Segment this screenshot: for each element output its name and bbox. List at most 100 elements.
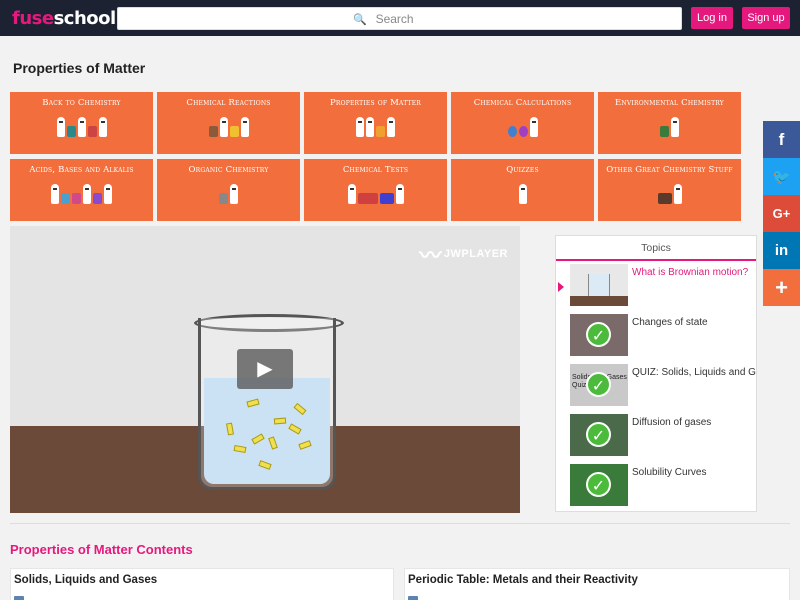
signup-button[interactable]: Sign up	[742, 7, 790, 29]
play-button[interactable]: ▶	[237, 349, 293, 389]
search-input[interactable]	[375, 8, 446, 29]
logo-suffix: school	[53, 8, 117, 29]
search-box[interactable]: 🔍	[117, 7, 682, 30]
facebook-icon: f	[778, 130, 785, 149]
section-divider	[10, 523, 790, 524]
tile-quizzes[interactable]: Quizzes	[451, 159, 594, 221]
topic-thumbnail: ✓	[570, 414, 628, 456]
topic-item-diffusion-of-gases[interactable]: ✓ Diffusion of gases	[570, 414, 756, 458]
more-share-button[interactable]: +	[763, 269, 800, 306]
google-plus-icon: G+	[772, 206, 791, 221]
jwplayer-brand-text: JWPLAYER	[443, 247, 508, 260]
tile-label: Acids, Bases and Alkalis	[29, 165, 134, 175]
login-button[interactable]: Log in	[691, 7, 733, 29]
characters-illustration	[304, 117, 447, 137]
particle	[251, 433, 265, 445]
particle	[268, 436, 278, 450]
topic-thumbnail	[570, 264, 628, 306]
topics-panel: Topics What is Brownian motion? ✓ Change…	[555, 235, 757, 512]
topic-thumbnail: ✓	[570, 464, 628, 506]
google-plus-share-button[interactable]: G+	[763, 195, 800, 232]
characters-illustration	[10, 117, 153, 137]
tile-label: Back to Chemistry	[42, 98, 121, 108]
tile-label: Chemical Reactions	[186, 98, 271, 108]
characters-illustration	[10, 184, 153, 204]
video-item-icon	[14, 596, 24, 600]
video-player[interactable]: 〰 JWPLAYER ▶	[10, 226, 520, 513]
video-item-icon	[408, 596, 418, 600]
topic-item-brownian-motion[interactable]: What is Brownian motion?	[570, 264, 756, 308]
jwplayer-icon: 〰	[419, 244, 442, 269]
topic-thumbnail: ✓	[570, 314, 628, 356]
characters-illustration	[451, 184, 594, 204]
beaker-thumb-icon	[588, 274, 610, 298]
beaker-illustration	[198, 318, 336, 490]
tile-label: Chemical Tests	[342, 165, 409, 175]
tile-label: Quizzes	[506, 165, 539, 175]
card-title: Solids, Liquids and Gases	[14, 574, 158, 586]
beaker-water	[204, 378, 330, 484]
twitter-icon: 🐦	[772, 169, 791, 186]
tile-acids-bases-alkalis[interactable]: Acids, Bases and Alkalis	[10, 159, 153, 221]
topic-label: What is Brownian motion?	[632, 267, 749, 278]
twitter-share-button[interactable]: 🐦	[763, 158, 800, 195]
characters-illustration	[157, 117, 300, 137]
linkedin-share-button[interactable]: in	[763, 232, 800, 269]
thumb-table	[570, 296, 628, 306]
tile-label: Other Great Chemistry Stuff	[606, 165, 733, 175]
tile-label: Organic Chemistry	[188, 165, 269, 175]
contents-title: Properties of Matter Contents	[10, 542, 193, 557]
tile-organic-chemistry[interactable]: Organic Chemistry	[157, 159, 300, 221]
completed-check-icon: ✓	[586, 322, 611, 347]
topic-label: QUIZ: Solids, Liquids and Gases	[632, 367, 756, 378]
topic-item-changes-of-state[interactable]: ✓ Changes of state	[570, 314, 756, 358]
characters-illustration	[157, 184, 300, 204]
characters-illustration	[304, 184, 447, 204]
fuseschool-logo[interactable]: fuseschool	[12, 8, 116, 29]
top-navigation-bar: fuseschool 🔍 Log in Sign up	[0, 0, 800, 36]
characters-illustration	[598, 184, 741, 204]
completed-check-icon: ✓	[586, 472, 611, 497]
facebook-share-button[interactable]: f	[763, 121, 800, 158]
tile-label: Chemical Calculations	[473, 98, 572, 108]
tile-label: Environmental Chemistry	[615, 98, 724, 108]
completed-check-icon: ✓	[586, 372, 611, 397]
particle	[273, 417, 287, 425]
logo-prefix: fuse	[12, 8, 54, 29]
characters-illustration	[598, 117, 741, 137]
particle	[258, 460, 272, 470]
topic-item-solubility-curves[interactable]: ✓ Solubility Curves	[570, 464, 756, 508]
characters-illustration	[451, 117, 594, 137]
topic-label: Solubility Curves	[632, 467, 707, 478]
particle	[298, 440, 312, 450]
completed-check-icon: ✓	[586, 422, 611, 447]
particle	[293, 402, 307, 416]
social-share-bar: f 🐦 G+ in +	[763, 121, 800, 306]
linkedin-icon: in	[774, 242, 789, 259]
tile-label: Properties of Matter	[329, 98, 422, 108]
tile-chemical-reactions[interactable]: Chemical Reactions	[157, 92, 300, 154]
tile-back-to-chemistry[interactable]: Back to Chemistry	[10, 92, 153, 154]
particle	[233, 445, 247, 453]
topic-label: Diffusion of gases	[632, 417, 712, 428]
tile-properties-of-matter[interactable]: Properties of Matter	[304, 92, 447, 154]
tile-environmental-chemistry[interactable]: Environmental Chemistry	[598, 92, 741, 154]
particle	[246, 398, 260, 408]
page-title: Properties of Matter	[13, 60, 146, 76]
current-topic-arrow-icon	[558, 282, 564, 292]
contents-card-solids-liquids-gases[interactable]: Solids, Liquids and Gases	[10, 568, 394, 600]
topic-label: Changes of state	[632, 317, 708, 328]
particle	[226, 422, 234, 436]
topic-item-quiz-solids-liquids-gases[interactable]: Solids and Gases Quiz ✓ QUIZ: Solids, Li…	[570, 364, 756, 408]
tile-chemical-calculations[interactable]: Chemical Calculations	[451, 92, 594, 154]
search-icon: 🔍	[353, 13, 368, 26]
topic-thumbnail: Solids and Gases Quiz ✓	[570, 364, 628, 406]
contents-card-periodic-table[interactable]: Periodic Table: Metals and their Reactiv…	[404, 568, 790, 600]
play-icon: ▶	[257, 358, 273, 380]
share-more-icon: +	[775, 275, 788, 300]
card-title: Periodic Table: Metals and their Reactiv…	[408, 574, 638, 586]
tile-chemical-tests[interactable]: Chemical Tests	[304, 159, 447, 221]
particle	[288, 423, 302, 435]
topics-header: Topics	[556, 236, 756, 261]
tile-other-great-chemistry-stuff[interactable]: Other Great Chemistry Stuff	[598, 159, 741, 221]
